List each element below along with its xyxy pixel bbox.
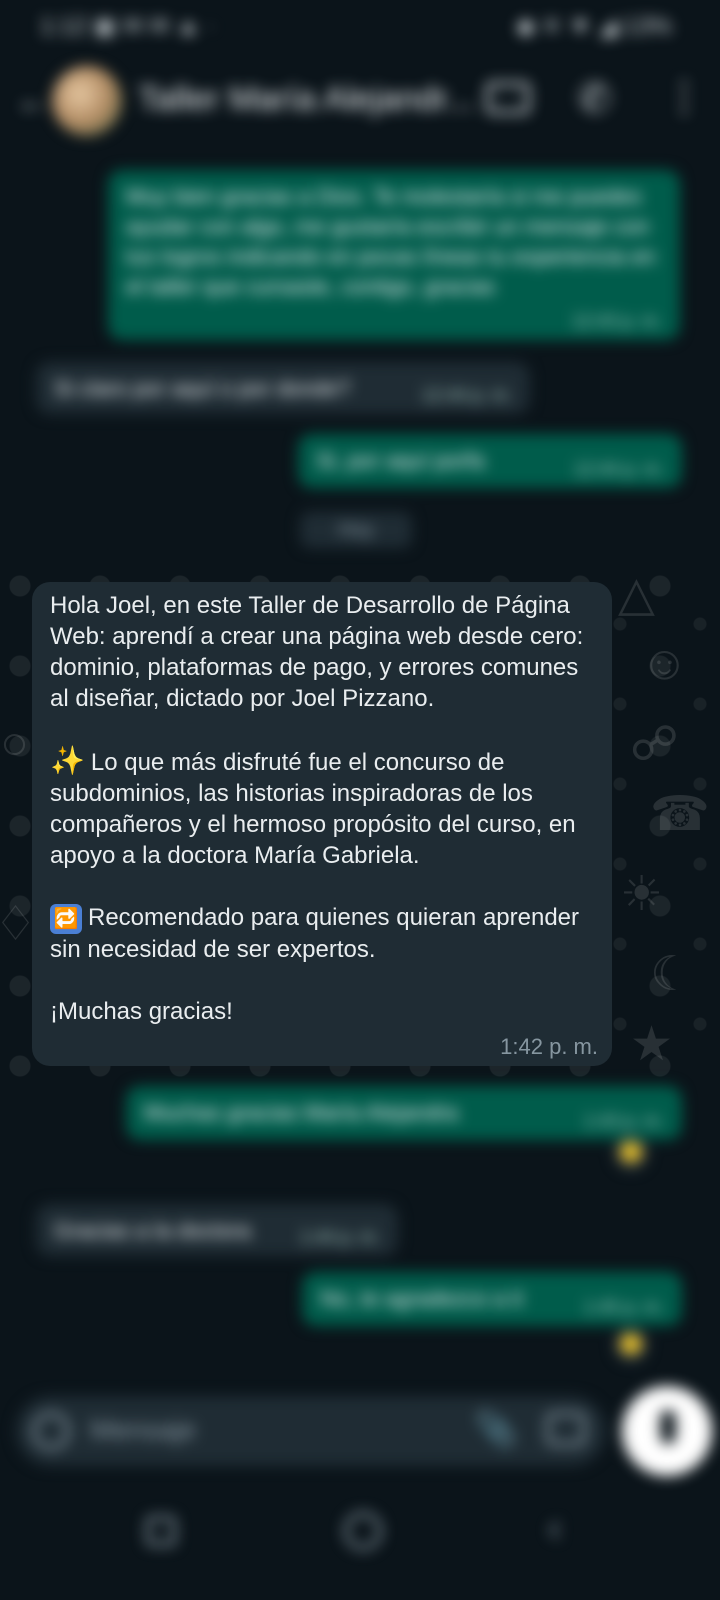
message-text: Hola Joel, en este Taller de Desarrollo … — [50, 590, 598, 1027]
message-bubble-in[interactable]: Hola Joel, en este Taller de Desarrollo … — [32, 582, 612, 1066]
message-input[interactable]: Mensaje — [90, 1414, 196, 1446]
doodle-icon: ☾ — [650, 948, 694, 1001]
message-time: 1:42 p. m. — [500, 1034, 598, 1059]
message-bubble-out[interactable]: Si, por aquí porfa 12:44 p. m. — [298, 434, 682, 488]
message-time: 1:43 p. m. — [583, 1111, 664, 1131]
message-paragraph: ✨ Lo que más disfruté fue el concurso de … — [50, 745, 576, 869]
chat-header: ← Taller María Alejandr... ✆ ⋮ — [0, 56, 720, 146]
mic-button[interactable] — [622, 1386, 712, 1476]
message-time: 12:44 p. m. — [573, 459, 664, 479]
message-bubble-out[interactable]: Muy bien gracias a Dios. Te molestaría s… — [108, 170, 680, 340]
doodle-icon: ☎ — [650, 788, 710, 841]
message-paragraph: ¡Muchas gracias! — [50, 997, 233, 1025]
sparkles-emoji-icon: ✨ — [50, 745, 85, 776]
message-bubble-out[interactable]: Muchas gracias María Alejandra 1:43 p. m… — [126, 1086, 682, 1140]
status-bar: 1:12 ▣ ✉ ✉ ▲ · ◆ ✕ ▼ ◢ 13% — [0, 0, 720, 56]
message-bubble-in[interactable]: Si claro por aquí o por donde? 12:44 p. … — [36, 362, 530, 414]
phone-icon[interactable]: ✆ — [578, 76, 612, 122]
more-options-icon[interactable]: ⋮ — [664, 74, 704, 120]
back-icon[interactable]: ← — [16, 82, 50, 121]
doodle-icon: ☀ — [620, 868, 664, 921]
repeat-emoji-icon: 🔁 — [50, 903, 82, 934]
microphone-icon — [660, 1410, 676, 1444]
emoji-icon[interactable] — [32, 1412, 70, 1450]
doodle-icon: ☺ — [640, 637, 690, 690]
reaction-icon[interactable]: 🙂 — [614, 1328, 648, 1362]
message-bubble-out[interactable]: No, te agradezco a ti 1:45 p. m. — [302, 1272, 682, 1326]
camera-icon[interactable] — [546, 1412, 586, 1446]
message-time: 1:45 p. m. — [583, 1297, 664, 1317]
doodle-icon: △ — [618, 568, 655, 621]
message-time: 1:44 p. m. — [299, 1227, 380, 1247]
status-left: 1:12 ▣ ✉ ✉ ▲ · — [40, 13, 215, 40]
date-chip: Hoy — [300, 512, 412, 548]
reaction-icon[interactable]: 🙂 — [614, 1136, 648, 1170]
doodle-icon: ★ — [630, 1018, 674, 1071]
message-paragraph: Hola Joel, en este Taller de Desarrollo … — [50, 592, 584, 712]
status-right: ◆ ✕ ▼ ◢ 13% — [516, 13, 672, 40]
message-time: 12:43 p. m. — [571, 311, 662, 331]
system-nav-bar: ‹ — [0, 1486, 720, 1600]
recent-apps-icon[interactable] — [146, 1516, 176, 1546]
video-call-icon[interactable] — [486, 82, 530, 114]
paperclip-icon[interactable]: 📎 — [476, 1410, 516, 1448]
doodle-icon: ○ — [0, 717, 29, 770]
message-bubble-in[interactable]: Gracias a la doctora 1:44 p. m. — [36, 1204, 398, 1256]
message-time: 12:44 p. m. — [421, 385, 512, 405]
message-text: Muy bien gracias a Dios. Te molestaría s… — [126, 184, 656, 299]
home-icon[interactable] — [344, 1512, 382, 1550]
back-nav-icon[interactable]: ‹ — [548, 1506, 561, 1551]
message-paragraph: 🔁 Recomendado para quienes quieran aprend… — [50, 903, 580, 963]
doodle-icon: ☍ — [630, 718, 679, 771]
avatar[interactable] — [52, 66, 122, 136]
chat-title[interactable]: Taller María Alejandr... — [138, 80, 474, 119]
message-input-bar[interactable]: Mensaje 📎 — [16, 1396, 606, 1466]
